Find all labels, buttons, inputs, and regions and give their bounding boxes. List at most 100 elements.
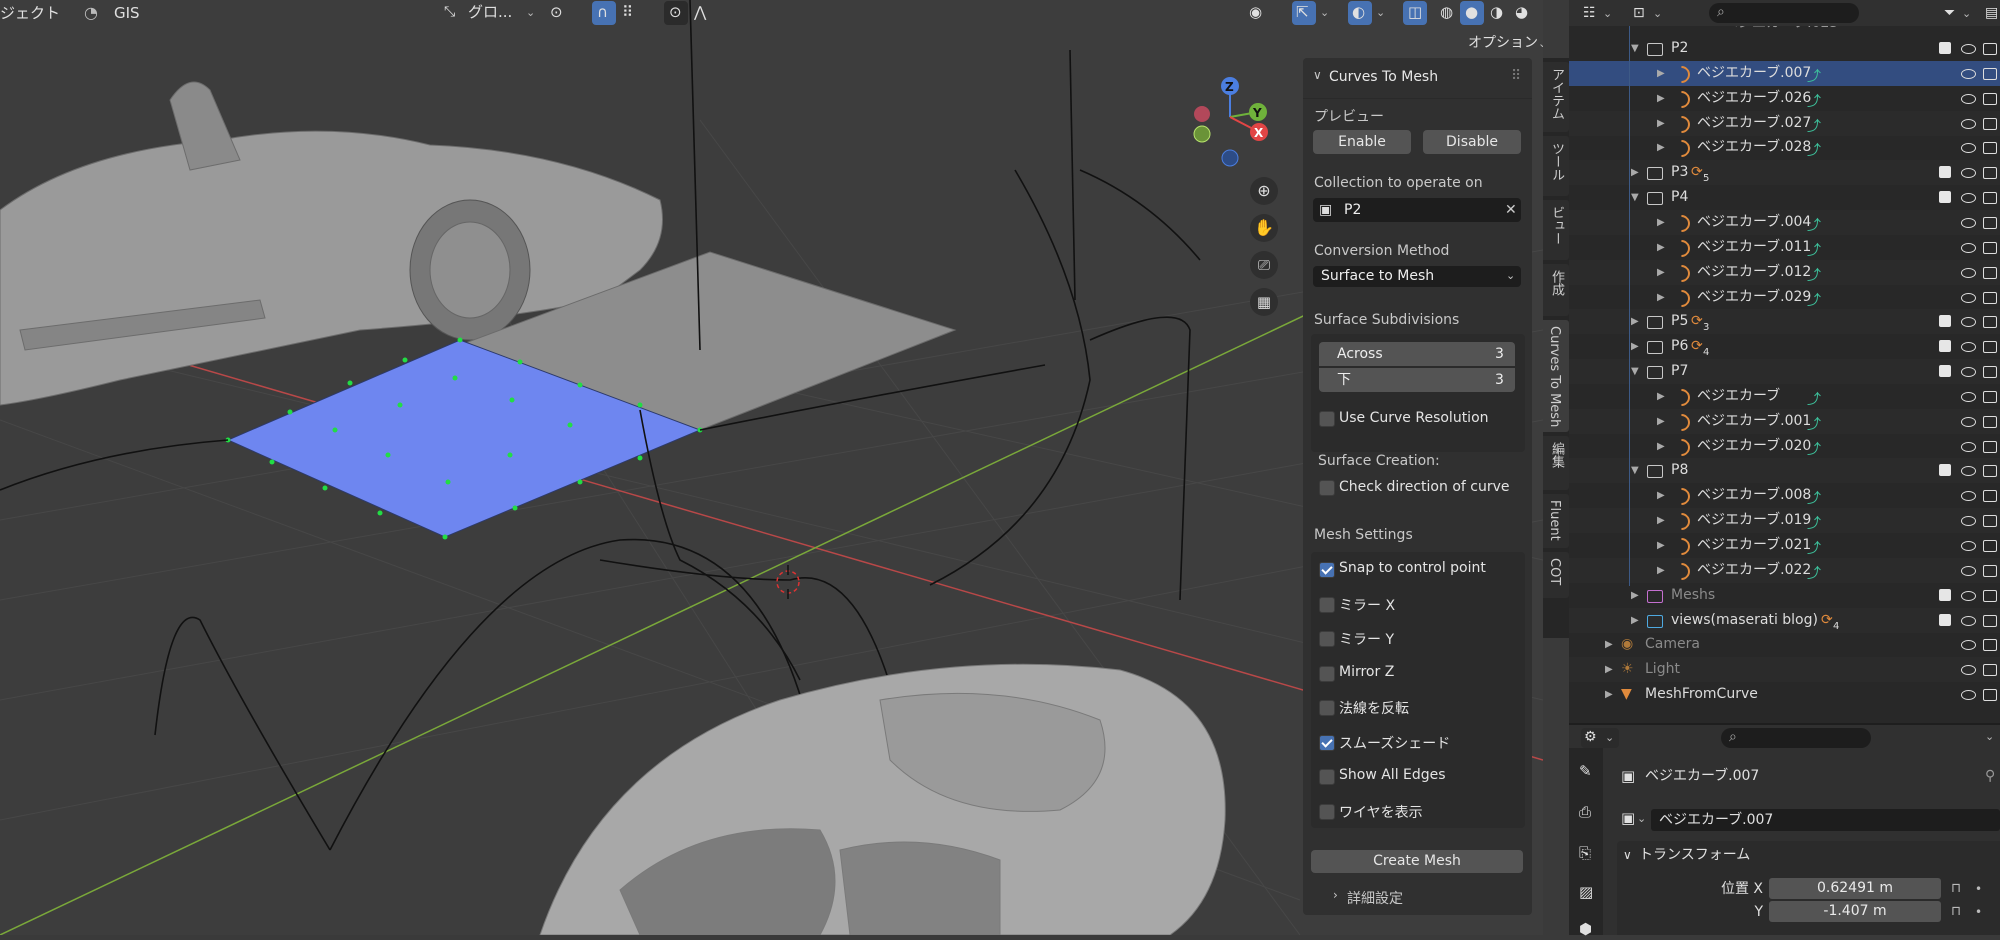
clear-icon[interactable]: ✕ xyxy=(1505,198,1517,222)
exclude-checkbox[interactable] xyxy=(1939,613,1951,626)
shading-wireframe[interactable]: ◍ xyxy=(1435,1,1459,25)
menu-object[interactable]: ジェクト xyxy=(0,2,60,24)
render-camera-icon[interactable] xyxy=(1983,440,1997,453)
expand-right-icon[interactable]: ▶ xyxy=(1657,86,1665,111)
eye-icon[interactable] xyxy=(1961,690,1976,701)
outliner-row[interactable]: ベジエカーブ.025 xyxy=(1569,26,2000,36)
snap-toggle[interactable]: ∩ xyxy=(592,1,616,25)
outliner-row[interactable]: ▶ ベジエカーブ.019 ⤴ xyxy=(1569,508,2000,534)
transform-orientation-dropdown[interactable]: ⤡ グロ... ⌄ xyxy=(440,1,540,25)
option-checkbox[interactable] xyxy=(1319,562,1335,578)
filter-view-dropdown[interactable]: ⊡ ⌄ xyxy=(1629,2,1671,24)
menu-gis[interactable]: GIS xyxy=(114,2,140,24)
keyframe-dot-icon[interactable]: • xyxy=(1975,901,1982,923)
exclude-checkbox[interactable] xyxy=(1939,588,1951,601)
outliner-search-input[interactable]: ⌕ xyxy=(1709,3,1859,23)
expand-right-icon[interactable]: ▶ xyxy=(1657,434,1665,459)
expand-right-icon[interactable]: ▶ xyxy=(1657,210,1665,235)
option-checkbox[interactable] xyxy=(1319,596,1335,613)
overlay-dropdown[interactable]: ⌄ xyxy=(1372,1,1392,25)
data-name-field[interactable]: ベジエカーブ.007 xyxy=(1651,809,2000,831)
outliner-row[interactable]: ▶ ベジエカーブ.029 ⤴ xyxy=(1569,285,2000,311)
eye-icon[interactable] xyxy=(1961,168,1976,179)
render-camera-icon[interactable] xyxy=(1983,664,1997,677)
eye-icon[interactable] xyxy=(1961,193,1976,204)
shading-material[interactable]: ◑ xyxy=(1485,1,1509,25)
disable-button[interactable]: Disable xyxy=(1423,130,1521,154)
expand-right-icon[interactable]: ▶ xyxy=(1657,483,1665,508)
use-curve-resolution-checkbox[interactable] xyxy=(1319,411,1335,427)
render-camera-icon[interactable] xyxy=(1983,291,1997,304)
gizmo-toggle[interactable]: ⇱ xyxy=(1292,1,1316,25)
eye-icon[interactable] xyxy=(1961,665,1976,676)
outliner-row[interactable]: ▼ P7 xyxy=(1569,359,2000,385)
expand-right-icon[interactable]: ▶ xyxy=(1657,533,1665,558)
outliner-row[interactable]: ▼ P4 xyxy=(1569,185,2000,210)
expand-right-icon[interactable]: ▶ xyxy=(1631,583,1639,608)
render-camera-icon[interactable] xyxy=(1983,67,1997,80)
render-camera-icon[interactable] xyxy=(1983,43,1997,55)
sidebar-tab[interactable]: ツール xyxy=(1543,136,1569,196)
outliner-row[interactable]: ▶ ベジエカーブ.026 ⤴ xyxy=(1569,86,2000,112)
check-direction-checkbox[interactable] xyxy=(1319,480,1335,496)
render-camera-icon[interactable] xyxy=(1983,564,1997,577)
curve-group-icon[interactable]: ⟳ xyxy=(1691,160,1703,185)
outliner-row[interactable]: ▶ views(maserati blog) ⟳ 4 xyxy=(1569,607,2000,633)
expand-right-icon[interactable]: ▶ xyxy=(1631,334,1639,359)
outliner-row[interactable]: ▶ ベジエカーブ.028 ⤴ xyxy=(1569,135,2000,161)
render-camera-icon[interactable] xyxy=(1983,639,1997,652)
drag-handle-icon[interactable]: ⠿ xyxy=(1511,68,1521,84)
render-camera-icon[interactable] xyxy=(1983,390,1997,403)
render-camera-icon[interactable] xyxy=(1983,117,1997,130)
visibility-dropdown[interactable]: ◉ xyxy=(1245,1,1285,25)
outliner-row[interactable]: ▶ ベジエカーブ.008 ⤴ xyxy=(1569,483,2000,509)
across-slider[interactable]: Across 3 xyxy=(1319,342,1515,366)
expand-right-icon[interactable]: ▶ xyxy=(1657,135,1665,160)
render-camera-icon[interactable] xyxy=(1983,515,1997,528)
eye-icon[interactable] xyxy=(1961,267,1976,278)
eye-icon[interactable] xyxy=(1961,68,1976,79)
eye-icon[interactable] xyxy=(1961,342,1976,353)
panel-header[interactable]: ∨ Curves To Mesh ⠿ xyxy=(1303,58,1532,99)
eye-icon[interactable] xyxy=(1961,466,1976,477)
pivot-point-dropdown[interactable]: ⊙ xyxy=(548,1,584,25)
outliner-row[interactable]: ▶ ベジエカーブ.011 ⤴ xyxy=(1569,235,2000,261)
render-camera-icon[interactable] xyxy=(1983,490,1997,503)
exclude-checkbox[interactable] xyxy=(1939,191,1951,204)
expand-right-icon[interactable]: ▶ xyxy=(1657,61,1665,86)
expand-right-icon[interactable]: ▶ xyxy=(1657,111,1665,136)
curve-group-icon[interactable]: ⟳ xyxy=(1691,309,1703,334)
render-camera-icon[interactable] xyxy=(1983,266,1997,279)
render-camera-icon[interactable] xyxy=(1983,341,1997,354)
eye-icon[interactable] xyxy=(1961,317,1976,328)
expand-right-icon[interactable]: ▶ xyxy=(1657,558,1665,583)
collection-field[interactable]: ▣ P2 ✕ xyxy=(1313,198,1521,222)
eye-icon[interactable] xyxy=(1961,118,1976,129)
exclude-checkbox[interactable] xyxy=(1939,166,1951,179)
curve-group-icon[interactable]: ⟳ xyxy=(1821,608,1833,633)
expand-right-icon[interactable]: ▶ xyxy=(1631,160,1639,185)
overlay-toggle[interactable]: ◐ xyxy=(1348,1,1372,25)
eye-icon[interactable] xyxy=(1961,491,1976,502)
3d-viewport[interactable]: ジェクト ◔ GIS ⤡ グロ... ⌄ ⊙ ∩ ⠿ ⊙ ⋀ ◉ ⇱ ⌄ ◐ ⌄… xyxy=(0,0,1543,935)
outliner-row[interactable]: ▶ ベジエカーブ.027 ⤴ xyxy=(1569,110,2000,137)
expand-right-icon[interactable]: ▶ xyxy=(1605,657,1613,682)
falloff-dropdown[interactable]: ⋀ xyxy=(690,1,726,25)
output-icon[interactable]: ⎘ xyxy=(1579,842,1591,864)
outliner-row[interactable]: ▶ ☀ Light xyxy=(1569,657,2000,683)
eye-icon[interactable] xyxy=(1961,217,1976,228)
conversion-dropdown[interactable]: Surface to Mesh ⌄ xyxy=(1313,266,1521,287)
xray-toggle[interactable]: ◫ xyxy=(1403,1,1427,25)
exclude-checkbox[interactable] xyxy=(1939,365,1951,378)
render-icon[interactable]: ⎙ xyxy=(1579,801,1591,823)
expand-down-icon[interactable]: ▼ xyxy=(1631,359,1639,384)
outliner-row[interactable]: ▶ P3 ⟳ 5 xyxy=(1569,160,2000,186)
shading-rendered[interactable]: ◕ xyxy=(1510,1,1534,25)
eye-icon[interactable] xyxy=(1961,242,1976,253)
expand-right-icon[interactable]: ▶ xyxy=(1657,235,1665,260)
exclude-checkbox[interactable] xyxy=(1939,315,1951,328)
exclude-checkbox[interactable] xyxy=(1939,340,1951,353)
render-camera-icon[interactable] xyxy=(1983,241,1997,254)
expand-right-icon[interactable]: ▶ xyxy=(1657,260,1665,285)
expand-right-icon[interactable]: ▶ xyxy=(1605,632,1613,657)
